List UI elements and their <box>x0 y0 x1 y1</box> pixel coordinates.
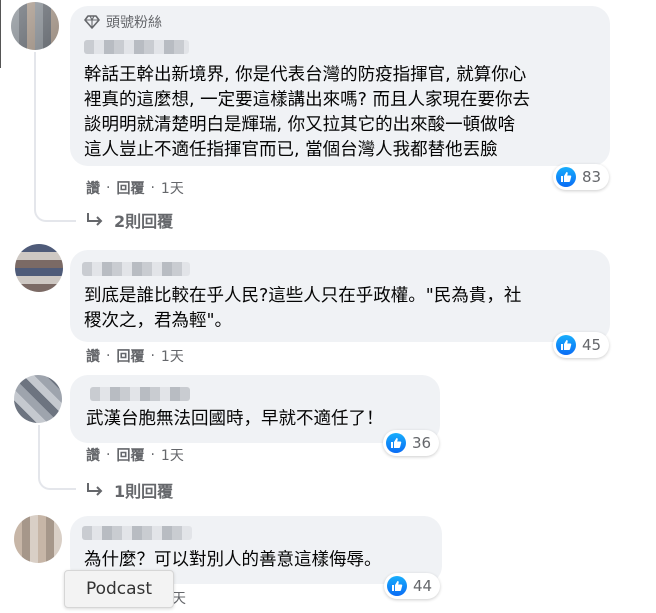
comment-actions: 讚 · 回覆 · 1天 <box>86 445 184 465</box>
comment-bubble: 頭號粉絲 幹話王幹出新境界, 你是代表台灣的防疫指揮官, 就算你心 裡真的這麼想… <box>70 6 610 166</box>
like-link[interactable]: 讚 <box>86 346 100 366</box>
thumbs-up-icon <box>556 335 576 355</box>
reply-arrow-icon <box>87 213 103 226</box>
view-replies-button[interactable]: 1則回覆 <box>86 478 173 502</box>
comment-text: 武漢台胞無法回國時，早就不適任了！ <box>86 409 384 429</box>
view-replies-button[interactable]: 2則回覆 <box>86 208 173 232</box>
reply-link[interactable]: 回覆 <box>116 346 144 366</box>
comment-actions: 讚 · 回覆 · 1天 <box>86 178 184 198</box>
commenter-name[interactable] <box>82 526 192 540</box>
comment-bubble: 到底是誰比較在乎人民?這些人只在乎政權。"民為貴，社 稷次之，君為輕"。 <box>70 250 610 342</box>
badge-label: 頭號粉絲 <box>106 15 162 31</box>
reaction-number: 45 <box>582 336 602 354</box>
thumbs-up-icon <box>556 167 576 187</box>
avatar[interactable] <box>14 375 62 423</box>
avatar[interactable] <box>11 2 59 50</box>
comment-timestamp-partial: 天 <box>172 588 186 608</box>
reaction-number: 36 <box>412 434 432 452</box>
like-link[interactable]: 讚 <box>86 178 100 198</box>
diamond-icon <box>84 15 100 29</box>
reaction-count[interactable]: 36 <box>383 430 440 456</box>
comment-actions: 讚 · 回覆 · 1天 <box>86 346 184 366</box>
podcast-tooltip[interactable]: Podcast <box>64 570 174 608</box>
comment-text: 到底是誰比較在乎人民?這些人只在乎政權。"民為貴，社 稷次之，君為輕"。 <box>84 286 522 331</box>
thumbs-up-icon <box>387 576 407 596</box>
replies-label: 2則回覆 <box>114 212 174 231</box>
window-edge <box>0 0 1 68</box>
thumbs-up-icon <box>386 433 406 453</box>
avatar[interactable] <box>15 244 63 292</box>
comment-timestamp[interactable]: 1天 <box>161 445 184 465</box>
avatar[interactable] <box>14 515 62 563</box>
comment-bubble: 武漢台胞無法回國時，早就不適任了！ <box>70 375 440 443</box>
reaction-number: 83 <box>582 168 602 186</box>
commenter-name[interactable] <box>82 262 190 276</box>
comment-timestamp[interactable]: 1天 <box>161 346 184 366</box>
reaction-number: 44 <box>413 577 433 595</box>
comment-timestamp[interactable]: 1天 <box>161 178 184 198</box>
tooltip-label: Podcast <box>85 579 153 599</box>
top-fan-badge: 頭號粉絲 <box>84 12 162 32</box>
thread-connector <box>38 462 76 490</box>
reply-link[interactable]: 回覆 <box>116 178 144 198</box>
reply-link[interactable]: 回覆 <box>116 445 144 465</box>
reply-arrow-icon <box>87 483 103 496</box>
commenter-name[interactable] <box>90 387 190 401</box>
reaction-count[interactable]: 83 <box>553 164 610 190</box>
replies-label: 1則回覆 <box>114 482 174 501</box>
thread-connector <box>34 190 76 222</box>
comment-text: 幹話王幹出新境界, 你是代表台灣的防疫指揮官, 就算你心 裡真的這麼想, 一定要… <box>84 65 530 160</box>
reaction-count[interactable]: 44 <box>384 573 441 599</box>
commenter-name[interactable] <box>84 40 189 54</box>
comment-timestamp[interactable]: 天 <box>172 588 186 608</box>
thread-line <box>34 52 36 202</box>
reaction-count[interactable]: 45 <box>553 332 610 358</box>
like-link[interactable]: 讚 <box>86 445 100 465</box>
